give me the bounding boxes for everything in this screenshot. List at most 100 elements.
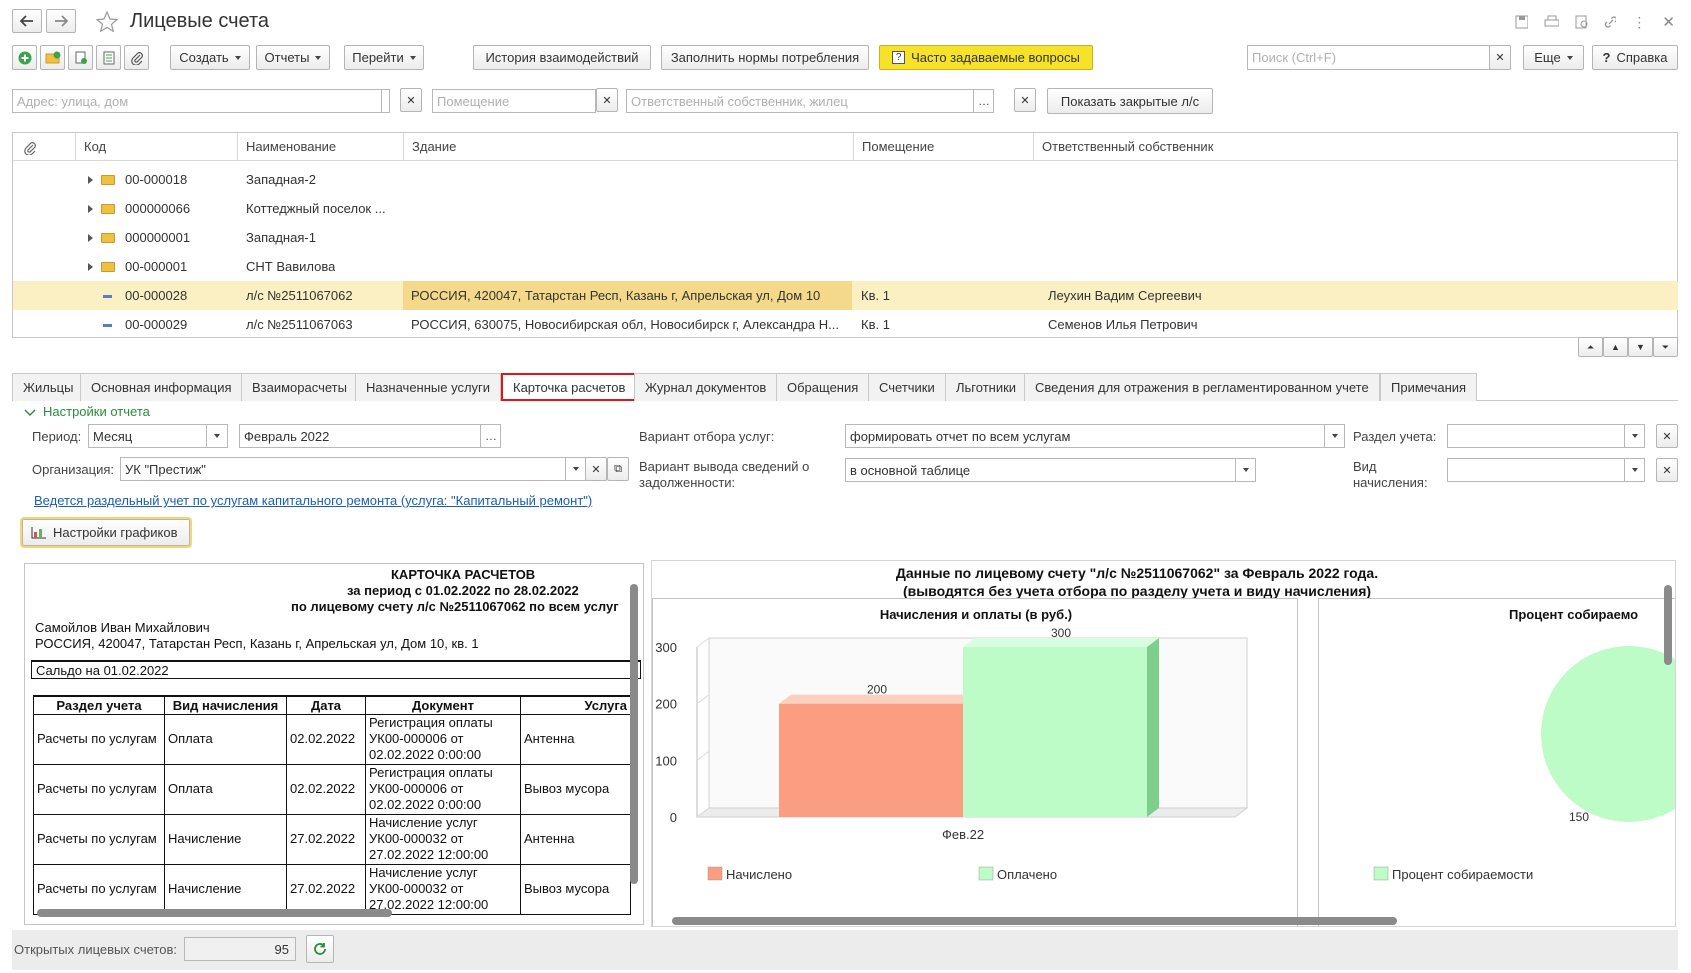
- list-button[interactable]: [96, 45, 121, 70]
- address-dropdown[interactable]: [381, 90, 389, 112]
- more-vert-icon[interactable]: ⋮: [1632, 14, 1646, 31]
- add-button[interactable]: [12, 45, 37, 70]
- expand-icon[interactable]: [88, 263, 93, 271]
- search-input[interactable]: Поиск (Ctrl+F): [1247, 45, 1490, 70]
- org-clear-button[interactable]: ✕: [585, 457, 607, 481]
- report-vscrollbar[interactable]: [629, 584, 639, 894]
- search-clear-button[interactable]: ✕: [1489, 45, 1511, 70]
- print-icon[interactable]: [1544, 15, 1559, 29]
- chevron-collapse-icon[interactable]: [24, 409, 36, 417]
- chevron-down-icon: [1632, 434, 1638, 438]
- period-select[interactable]: Месяц: [88, 424, 228, 448]
- reports-button[interactable]: Отчеты: [256, 45, 330, 70]
- close-icon[interactable]: ✕: [1662, 13, 1675, 31]
- kind-field[interactable]: [1447, 458, 1645, 482]
- kind-dropdown[interactable]: [1624, 459, 1644, 481]
- nav-down-button[interactable]: ▼: [1628, 337, 1653, 357]
- attach-button[interactable]: [124, 45, 149, 70]
- period-dropdown[interactable]: [206, 425, 227, 447]
- col-name[interactable]: Наименование: [237, 133, 403, 161]
- debt-field[interactable]: в основной таблице: [845, 458, 1256, 482]
- table-row[interactable]: 00-000029 л/с №2511067063 РОССИЯ, 630075…: [13, 310, 1678, 339]
- add-group-button[interactable]: [40, 45, 65, 70]
- tab-settlement-card[interactable]: Карточка расчетов: [501, 373, 638, 401]
- tab-requests[interactable]: Обращения: [776, 373, 870, 401]
- org-field[interactable]: УК "Престиж": [120, 457, 586, 481]
- scroll-thumb[interactable]: [37, 909, 392, 917]
- tab-regulated-accounting[interactable]: Сведения для отражения в регламентирован…: [1024, 373, 1380, 401]
- tab-meters[interactable]: Счетчики: [868, 373, 946, 401]
- forward-button[interactable]: [46, 9, 76, 33]
- fill-norms-button[interactable]: Заполнить нормы потребления: [661, 45, 869, 70]
- back-button[interactable]: [12, 9, 42, 33]
- link-icon[interactable]: [1604, 15, 1617, 29]
- report-hscrollbar[interactable]: [37, 908, 627, 918]
- section-clear-button[interactable]: ✕: [1656, 424, 1678, 448]
- col-room[interactable]: Помещение: [853, 133, 1033, 161]
- star-icon[interactable]: [96, 11, 118, 32]
- nav-first-button[interactable]: ⏶: [1578, 337, 1603, 357]
- org-dropdown[interactable]: [565, 458, 585, 480]
- charts-vscrollbar[interactable]: [1663, 571, 1673, 911]
- create-button[interactable]: Создать: [170, 45, 250, 70]
- close-icon: ✕: [1495, 52, 1505, 64]
- expand-icon[interactable]: [88, 234, 93, 242]
- nav-last-button[interactable]: ⏷: [1653, 337, 1678, 357]
- history-button[interactable]: История взаимодействий: [473, 45, 651, 70]
- debt-dropdown[interactable]: [1235, 459, 1255, 481]
- section-field[interactable]: [1447, 424, 1645, 448]
- org-open-button[interactable]: ⧉: [607, 457, 629, 481]
- tab-beneficiaries[interactable]: Льготники: [945, 373, 1028, 401]
- tab-notes[interactable]: Примечания: [1380, 373, 1478, 401]
- variant-dropdown[interactable]: [1324, 425, 1344, 447]
- scroll-thumb[interactable]: [630, 584, 638, 884]
- owner-select-button[interactable]: …: [973, 90, 993, 112]
- capital-repair-link[interactable]: Ведется раздельный учет по услугам капит…: [34, 493, 592, 508]
- expand-icon[interactable]: [88, 205, 93, 213]
- faq-button[interactable]: ? Часто задаваемые вопросы: [879, 45, 1093, 70]
- month-select-button[interactable]: …: [480, 425, 500, 447]
- charts-panel[interactable]: Данные по лицевому счету "л/с №251106706…: [651, 560, 1676, 927]
- room-filter[interactable]: Помещение: [432, 89, 596, 113]
- address-filter[interactable]: Адрес: улица, дом: [12, 89, 390, 113]
- more-button[interactable]: Еще: [1523, 45, 1584, 70]
- preview-icon[interactable]: [1575, 15, 1588, 29]
- help-button[interactable]: ? Справка: [1592, 45, 1678, 70]
- variant-field[interactable]: формировать отчет по всем услугам: [845, 424, 1345, 448]
- scroll-thumb[interactable]: [1664, 585, 1672, 665]
- table-row[interactable]: 000000066 Коттеджный поселок ...: [13, 194, 1678, 223]
- col-code[interactable]: Код: [75, 133, 250, 161]
- tab-documents-journal[interactable]: Журнал документов: [634, 373, 778, 401]
- save-icon[interactable]: [1515, 15, 1528, 29]
- nav-up-button[interactable]: ▲: [1603, 337, 1628, 357]
- table-row-selected[interactable]: 00-000028 л/с №2511067062 РОССИЯ, 420047…: [13, 281, 1678, 310]
- address-clear-button[interactable]: ✕: [400, 88, 422, 112]
- month-field[interactable]: Февраль 2022…: [239, 424, 501, 448]
- chevron-down-icon: [1632, 468, 1638, 472]
- charts-hscrollbar[interactable]: [672, 916, 1657, 926]
- tab-residents[interactable]: Жильцы: [12, 373, 85, 401]
- table-row[interactable]: 000000001 Западная-1: [13, 223, 1678, 252]
- goto-button[interactable]: Перейти: [344, 45, 424, 70]
- refresh-button[interactable]: [306, 935, 334, 963]
- scroll-thumb[interactable]: [672, 917, 1397, 925]
- tab-settlements[interactable]: Взаиморасчеты: [241, 373, 358, 401]
- show-closed-button[interactable]: Показать закрытые л/с: [1047, 88, 1213, 114]
- col-building[interactable]: Здание: [403, 133, 852, 161]
- expand-icon[interactable]: [88, 176, 93, 184]
- owner-filter[interactable]: Ответственный собственник, жилец…: [626, 89, 994, 113]
- chart-settings-button[interactable]: Настройки графиков: [22, 519, 190, 546]
- report-document[interactable]: КАРТОЧКА РАСЧЕТОВ за период с 01.02.2022…: [24, 563, 644, 925]
- room-clear-button[interactable]: ✕: [596, 88, 618, 112]
- tab-assigned-services[interactable]: Назначенные услуги: [355, 373, 502, 401]
- kind-clear-button[interactable]: ✕: [1656, 458, 1678, 482]
- report-settings-header[interactable]: Настройки отчета: [43, 404, 150, 419]
- table-row[interactable]: 00-000001 СНТ Вавилова: [13, 252, 1678, 281]
- doc-line: УК00-000032 от: [369, 831, 464, 846]
- copy-button[interactable]: [68, 45, 93, 70]
- section-dropdown[interactable]: [1624, 425, 1644, 447]
- tab-main-info[interactable]: Основная информация: [80, 373, 243, 401]
- table-row[interactable]: 00-000018 Западная-2: [13, 165, 1678, 194]
- owner-clear-button[interactable]: ✕: [1014, 88, 1036, 112]
- col-owner[interactable]: Ответственный собственник: [1033, 133, 1673, 161]
